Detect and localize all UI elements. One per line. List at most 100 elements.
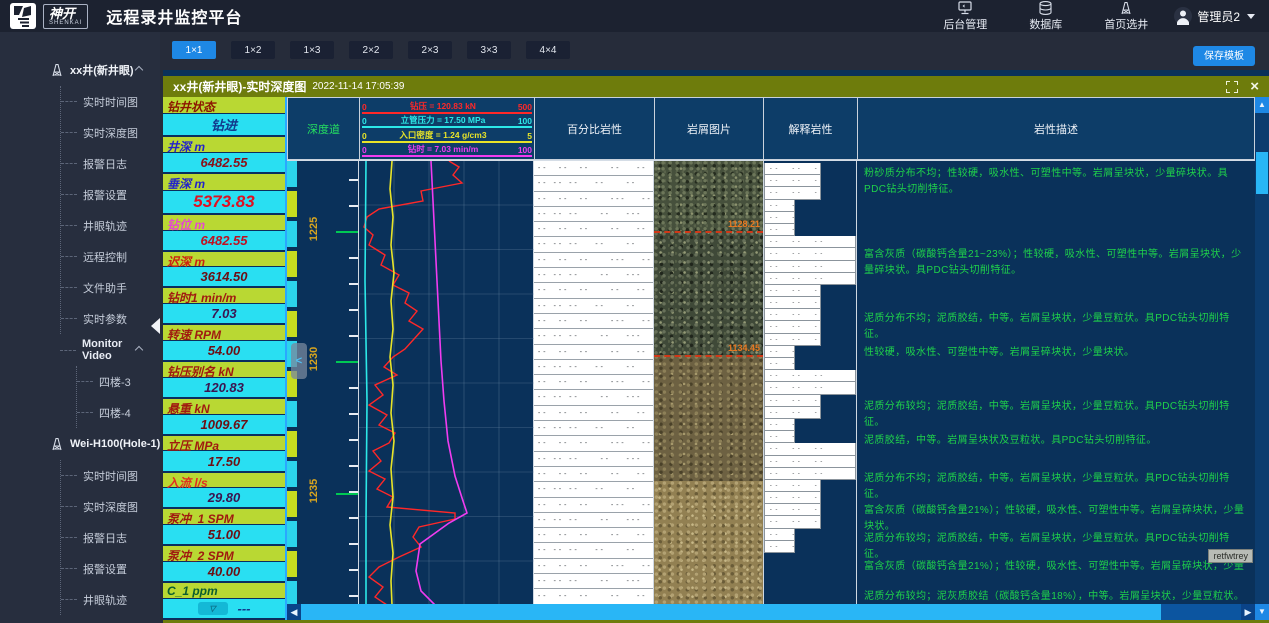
sidebar-item-井眼轨迹[interactable]: 井眼轨迹 [61, 210, 160, 241]
well-label: Wei-H100(Hole-1) [70, 438, 160, 450]
legend-max: 500 [510, 102, 532, 112]
interp-lith-block: -- -- -- [764, 480, 821, 492]
sidebar-group-1[interactable]: Monitor Video [60, 334, 160, 366]
lith-percent-row: -- -- -- -- -- -- -- -- -- [534, 421, 653, 436]
lith-percent-row: -- -- -- -- --- -- -- -- -- [534, 390, 653, 405]
horizontal-scroll-thumb[interactable] [301, 604, 1161, 620]
sidebar-item-远程控制[interactable]: 远程控制 [61, 241, 160, 272]
sidebar-item-四楼-4[interactable]: 四楼-4 [77, 397, 160, 428]
window-title-bar: xx井(新井眼) -实时深度图 2022-11-14 17:05:39 × [163, 76, 1269, 97]
nav-item-label: 数据库 [1029, 16, 1062, 32]
sidebar-item-实时时间图[interactable]: 实时时间图 [61, 86, 160, 117]
interp-lith-block: -- -- -- [764, 200, 795, 212]
cuttings-photo-track: 1128.211134.45 [654, 161, 763, 605]
legend-max: 100 [510, 145, 532, 155]
grid-layout-button-1x3[interactable]: 1×3 [290, 41, 334, 59]
depth-tick-minor [349, 257, 358, 259]
sidebar-item-四楼-3[interactable]: 四楼-3 [77, 366, 160, 397]
grid-layout-button-1x1[interactable]: 1×1 [172, 41, 216, 59]
tree-children: 实时时间图实时深度图报警日志报警设置井眼轨迹远程控制文件助手实时参数 [60, 86, 160, 334]
sidebar-item-实时参数[interactable]: 实时参数 [61, 303, 160, 334]
legend-row-钻时[interactable]: 0钻时 = 7.03 min/m100 [362, 143, 532, 157]
param-value-text: 3614.50 [201, 269, 248, 284]
lith-description-paragraph: 性较硬，吸水性、可塑性中等。岩屑呈碎块状，少量块状。 [864, 345, 1247, 361]
scroll-up-icon[interactable]: ▲ [1255, 97, 1269, 113]
sidebar-item-实时深度图[interactable]: 实时深度图 [61, 491, 160, 522]
photo-depth-label: 1128.21 [728, 219, 760, 229]
sidebar-item-井眼轨迹[interactable]: 井眼轨迹 [61, 584, 160, 615]
param-value-text: 51.00 [208, 527, 241, 542]
page-title: 远程录井监控平台 [106, 4, 242, 28]
lith-percent-row: -- -- -- -- -- -- -- -- -- [534, 543, 653, 558]
grid-layout-button-2x2[interactable]: 2×2 [349, 41, 393, 59]
interp-lith-block: -- -- -- [764, 529, 795, 541]
param-value-text: 17.50 [208, 454, 241, 469]
app-root: 神开 SHENKAI 远程录井监控平台 后台管理数据库首页选井 管理员2 保存模… [0, 0, 1269, 623]
param-row-C_1: C_1 ppm▽--- [163, 583, 285, 620]
grid-layout-button-2x3[interactable]: 2×3 [408, 41, 452, 59]
depth-tick-minor [349, 413, 358, 415]
sidebar-item-实时深度图[interactable]: 实时深度图 [61, 117, 160, 148]
shenkai-logo-icon [10, 3, 36, 29]
legend-row-立管压力[interactable]: 0立管压力 = 17.50 MPa100 [362, 114, 532, 128]
panel-collapse-button[interactable]: < [291, 343, 307, 379]
tree-dash [61, 568, 77, 569]
depth-tick-minor [349, 439, 358, 441]
lith-description-paragraph: 泥质分布不均；泥质胶结，中等。岩屑呈块状，少量豆粒状。具PDC钻头切削特征。 [864, 311, 1247, 343]
grid-layout-button-3x3[interactable]: 3×3 [467, 41, 511, 59]
legend-min: 0 [362, 116, 376, 126]
lith-percent-track: -- -- -- -- -- -- -- -- -- -- -- -- -- --… [534, 161, 654, 605]
sidebar-item-报警日志[interactable]: 报警日志 [61, 148, 160, 179]
close-icon[interactable]: × [1250, 81, 1259, 93]
param-value: 17.50 [163, 451, 285, 470]
scroll-right-icon[interactable]: ▶ [1241, 604, 1255, 620]
sidebar-item-报警日志[interactable]: 报警日志 [61, 522, 160, 553]
nav-item-admin[interactable]: 后台管理 [943, 1, 987, 32]
param-label: 泵冲_1 SPM [163, 509, 285, 525]
scroll-left-icon[interactable]: ◀ [287, 604, 301, 620]
nav-item-database[interactable]: 数据库 [1029, 1, 1062, 32]
well-label: xx井(新井眼) [70, 62, 134, 78]
vertical-scrollbar[interactable]: ▲ ▼ [1255, 97, 1269, 620]
sidebar-item-报警设置[interactable]: 报警设置 [61, 179, 160, 210]
param-row-钻井状态: 钻井状态钻进 [163, 97, 285, 137]
chevron-up-icon[interactable] [135, 346, 143, 354]
legend-row-入口密度[interactable]: 0入口密度 = 1.24 g/cm35 [362, 129, 532, 143]
legend-max: 100 [510, 116, 532, 126]
interp-lith-block: -- -- -- [764, 273, 856, 285]
chevron-up-icon[interactable] [135, 66, 143, 74]
param-row-垂深: 垂深 m5373.83 [163, 174, 285, 215]
param-row-入流: 入流 l/s29.80 [163, 473, 285, 510]
interp-lith-block: -- -- -- [764, 321, 821, 333]
expand-icon[interactable] [1226, 81, 1238, 93]
nav-item-well-select[interactable]: 首页选井 [1104, 1, 1148, 32]
sidebar-item-实时时间图[interactable]: 实时时间图 [61, 460, 160, 491]
grid-layout-button-4x4[interactable]: 4×4 [526, 41, 570, 59]
depth-tick-minor [349, 595, 358, 597]
sidebar-item-label: 四楼-3 [99, 374, 131, 390]
column-header-lith-percent: 百分比岩性 [534, 97, 654, 160]
legend-max: 5 [510, 131, 532, 141]
sidebar-collapse-arrow[interactable] [151, 318, 160, 334]
legend-row-钻压[interactable]: 0钻压 = 120.83 kN500 [362, 100, 532, 114]
sidebar-item-报警设置[interactable]: 报警设置 [61, 553, 160, 584]
sidebar-item-label: 实时时间图 [83, 94, 138, 110]
grid-layout-button-1x2[interactable]: 1×2 [231, 41, 275, 59]
interp-lith-block: -- -- -- [764, 346, 795, 358]
lith-percent-row: -- -- -- --- --- -- -- -- [534, 498, 653, 513]
user-menu[interactable]: 管理员2 [1174, 7, 1255, 25]
depth-chart-window: xx井(新井眼) -实时深度图 2022-11-14 17:05:39 × 钻井… [163, 70, 1269, 623]
interp-lith-block: -- -- -- [764, 224, 795, 236]
derrick-icon [50, 437, 64, 451]
scroll-down-icon[interactable]: ▼ [1255, 604, 1269, 620]
horizontal-scrollbar[interactable]: ◀ ▶ [287, 604, 1255, 620]
sidebar-well-0[interactable]: xx井(新井眼) [0, 54, 160, 86]
param-value: 51.00 [163, 525, 285, 544]
param-dropdown-button[interactable]: ▽ [198, 602, 228, 615]
param-value: 1009.67 [163, 415, 285, 434]
save-template-button[interactable]: 保存模板 [1193, 46, 1255, 66]
sidebar-item-文件助手[interactable]: 文件助手 [61, 272, 160, 303]
vertical-scroll-thumb[interactable] [1256, 152, 1268, 194]
param-value-text: 钻进 [211, 115, 237, 134]
sidebar-well-2[interactable]: Wei-H100(Hole-1) [0, 428, 160, 460]
